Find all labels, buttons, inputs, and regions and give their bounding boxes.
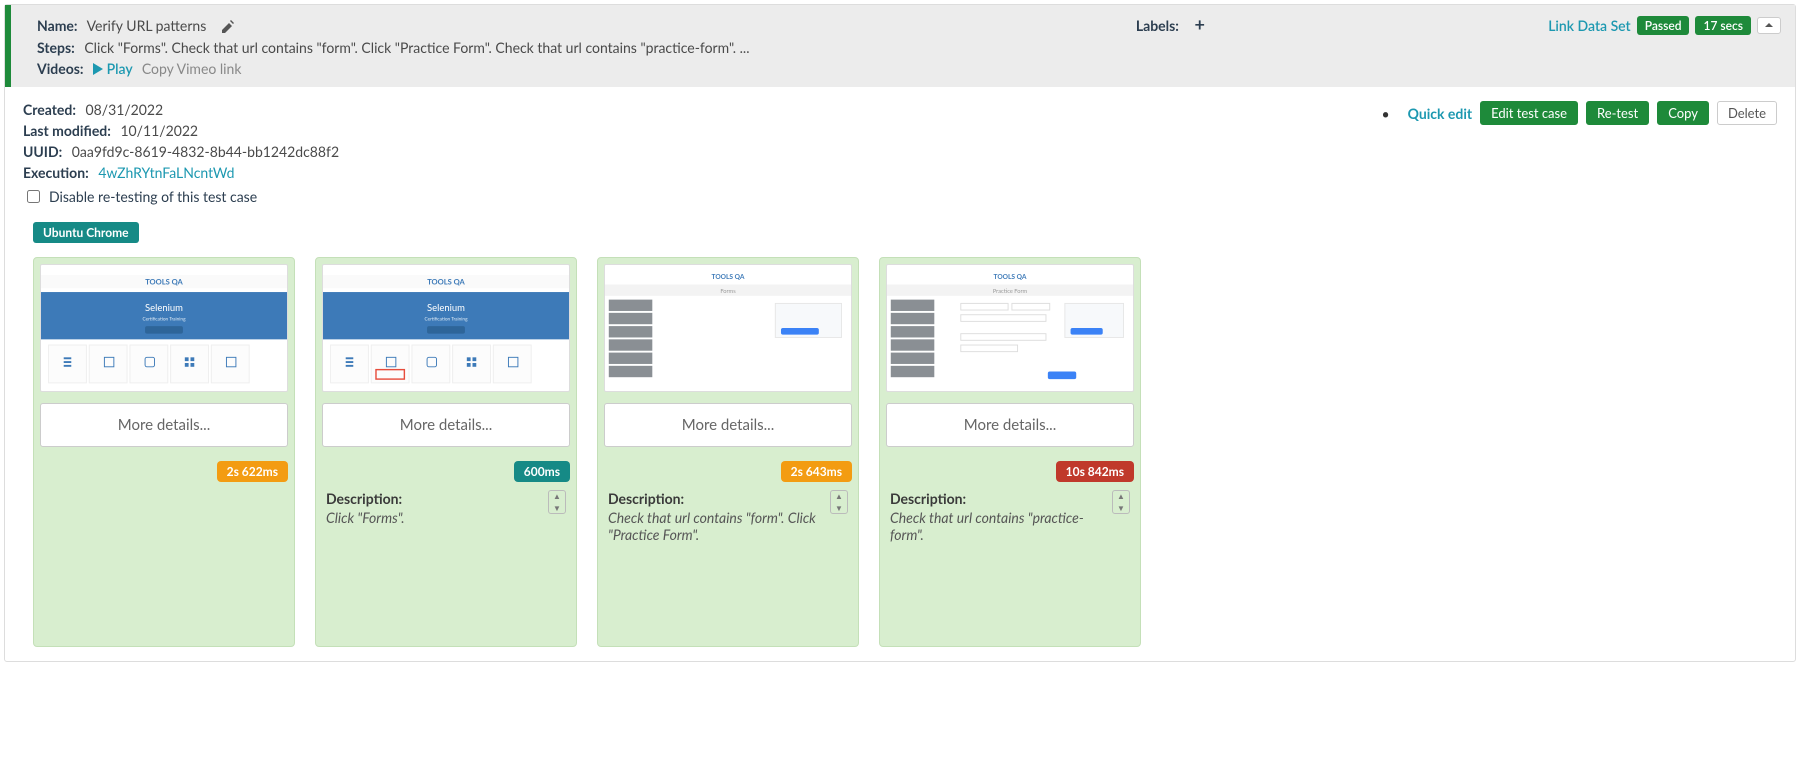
edit-name-icon[interactable] (220, 19, 236, 35)
modified-label: Last modified: (23, 122, 111, 139)
svg-text:Selenium: Selenium (427, 303, 465, 314)
test-case-header: Name: Verify URL patterns Labels: + Link… (5, 5, 1795, 87)
link-data-set-link[interactable]: Link Data Set (1548, 17, 1631, 34)
more-details-button[interactable]: More details... (322, 403, 570, 447)
description-label: Description: (890, 490, 1130, 507)
description-stepper[interactable]: ▲▼ (830, 490, 848, 514)
svg-text:TOOLS QA: TOOLS QA (994, 273, 1027, 281)
description-stepper[interactable]: ▲▼ (548, 490, 566, 514)
environment-badge: Ubuntu Chrome (33, 222, 139, 243)
steps-label: Steps: (37, 39, 75, 56)
disable-retesting-label: Disable re-testing of this test case (49, 188, 257, 205)
labels-label: Labels: (1136, 17, 1179, 34)
videos-label: Videos: (37, 60, 84, 77)
add-label-icon[interactable]: + (1194, 13, 1204, 35)
step-card: TOOLS QA Selenium Certification Training (33, 257, 295, 647)
description-label: Description: (326, 490, 566, 507)
svg-text:Forms: Forms (720, 288, 736, 295)
svg-text:Certification Training: Certification Training (424, 317, 468, 323)
step-duration-chip: 2s 622ms (217, 461, 288, 482)
step-screenshot-thumbnail[interactable]: TOOLS QA Selenium Certification Training (322, 264, 570, 392)
step-screenshot-thumbnail[interactable]: TOOLS QA Forms (604, 264, 852, 392)
step-duration-chip: 600ms (514, 461, 570, 482)
bullet-marker: • (1381, 105, 1389, 122)
description-stepper[interactable]: ▲▼ (1112, 490, 1130, 514)
description-text: Check that url contains "form". Click "P… (608, 509, 826, 543)
created-value: 08/31/2022 (86, 101, 164, 118)
collapse-toggle[interactable] (1757, 17, 1781, 34)
svg-text:TOOLS QA: TOOLS QA (427, 278, 465, 287)
steps-value: Click "Forms". Check that url contains "… (84, 39, 749, 56)
more-details-button[interactable]: More details... (886, 403, 1134, 447)
name-label: Name: (37, 17, 78, 34)
svg-text:TOOLS QA: TOOLS QA (712, 273, 745, 281)
description-label: Description: (608, 490, 848, 507)
edit-test-case-button[interactable]: Edit test case (1480, 101, 1578, 125)
execution-label: Execution: (23, 164, 89, 181)
more-details-button[interactable]: More details... (40, 403, 288, 447)
modified-value: 10/11/2022 (120, 122, 198, 139)
description-text: Click "Forms". (326, 509, 544, 526)
execution-link[interactable]: 4wZhRYtnFaLNcntWd (98, 164, 234, 181)
duration-badge: 17 secs (1695, 16, 1751, 35)
svg-text:TOOLS QA: TOOLS QA (145, 278, 183, 287)
disable-retesting-checkbox[interactable] (27, 190, 40, 203)
step-duration-chip: 10s 842ms (1056, 461, 1134, 482)
step-duration-chip: 2s 643ms (781, 461, 852, 482)
action-bar: • Quick edit Edit test case Re-test Copy… (1381, 101, 1777, 125)
play-video-link[interactable]: Play (93, 60, 136, 77)
step-card: TOOLS QA Forms More details... 2s 643ms (597, 257, 859, 647)
more-details-button[interactable]: More details... (604, 403, 852, 447)
quick-edit-link[interactable]: Quick edit (1408, 105, 1473, 122)
step-cards-container: TOOLS QA Selenium Certification Training (23, 257, 1777, 647)
svg-text:Practice Form: Practice Form (993, 288, 1028, 295)
name-value: Verify URL patterns (87, 17, 207, 34)
description-text: Check that url contains "practice-form". (890, 509, 1108, 543)
delete-button[interactable]: Delete (1717, 101, 1777, 125)
metadata-block: Created: 08/31/2022 Last modified: 10/11… (23, 101, 339, 210)
copy-vimeo-link[interactable]: Copy Vimeo link (142, 60, 242, 77)
created-label: Created: (23, 101, 76, 118)
copy-button[interactable]: Copy (1657, 101, 1709, 125)
step-screenshot-thumbnail[interactable]: TOOLS QA Selenium Certification Training (40, 264, 288, 392)
svg-text:Certification Training: Certification Training (142, 317, 186, 323)
step-screenshot-thumbnail[interactable]: TOOLS QA Practice Form (886, 264, 1134, 392)
retest-button[interactable]: Re-test (1586, 101, 1649, 125)
step-card: TOOLS QA Practice Form (879, 257, 1141, 647)
step-card: TOOLS QA Selenium Certification Training (315, 257, 577, 647)
svg-text:Selenium: Selenium (145, 303, 183, 314)
status-badge: Passed (1637, 16, 1690, 35)
uuid-label: UUID: (23, 143, 62, 160)
uuid-value: 0aa9fd9c-8619-4832-8b44-bb1242dc88f2 (72, 143, 339, 160)
